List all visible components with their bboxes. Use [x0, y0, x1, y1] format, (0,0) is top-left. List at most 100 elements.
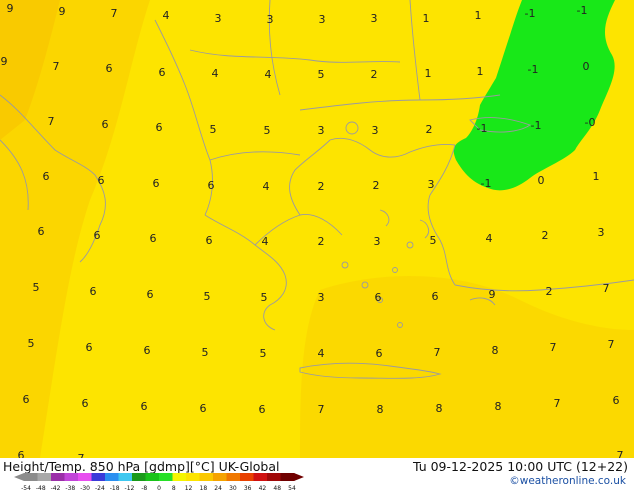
- temperature-label: 7: [53, 60, 60, 73]
- temperature-label: 2: [426, 123, 433, 136]
- temperature-label: 2: [542, 229, 549, 242]
- scale-swatch: [240, 473, 254, 481]
- scale-tick-label: -8: [141, 485, 147, 491]
- temperature-label: 6: [38, 225, 45, 238]
- temperature-label: 6: [200, 402, 207, 415]
- temperature-label: 6: [259, 403, 266, 416]
- weather-map: 9 9 7 4 3 3 3 3 1 1 -1 -1 9 7 6 6 4 4 5 2 1 1 -1 0 7 6 6 5 5 3 3 2 -1 -1 -…: [0, 0, 634, 458]
- scale-tick-label: 48: [273, 485, 281, 491]
- temperature-label: 3: [318, 124, 325, 137]
- temperature-label: 0: [538, 174, 545, 187]
- temperature-label: 6: [376, 347, 383, 360]
- temperature-label: 6: [208, 179, 215, 192]
- temperature-label: 8: [436, 402, 443, 415]
- scale-swatch: [64, 473, 79, 481]
- temperature-label: 4: [263, 180, 270, 193]
- temperature-label: 8: [377, 403, 384, 416]
- temperature-label: 3: [372, 124, 379, 137]
- temperature-label: 1: [425, 67, 432, 80]
- temperature-label: 9: [7, 2, 14, 15]
- temperature-label: 3: [319, 13, 326, 26]
- temperature-label: 6: [150, 232, 157, 245]
- scale-swatch: [145, 473, 160, 481]
- scale-tick-label: 0: [157, 485, 161, 491]
- temperature-label: 5: [261, 291, 268, 304]
- temperature-label: 4: [318, 347, 325, 360]
- scale-tick-label: 18: [200, 485, 208, 491]
- temperature-label: 7: [48, 115, 55, 128]
- temperature-label: 7: [617, 449, 624, 458]
- temperature-label: 7: [434, 346, 441, 359]
- temperature-label: 7: [554, 397, 561, 410]
- temperature-label: 1: [477, 65, 484, 78]
- temperature-label: 7: [608, 338, 615, 351]
- temperature-label: 6: [432, 290, 439, 303]
- temperature-label: 3: [371, 12, 378, 25]
- temperature-label: 9: [489, 288, 496, 301]
- temperature-label: 3: [374, 235, 381, 248]
- scale-swatch: [78, 473, 92, 481]
- temperature-label: 6: [18, 449, 25, 458]
- temperature-label: 8: [495, 400, 502, 413]
- scale-swatch: [118, 473, 133, 481]
- scale-swatch: [186, 473, 200, 481]
- scale-swatch: [37, 473, 52, 481]
- scale-swatch: [159, 473, 173, 481]
- temperature-label: 5: [33, 281, 40, 294]
- scale-swatch: [213, 473, 227, 481]
- temperature-label: 6: [375, 291, 382, 304]
- temperature-label: 0: [583, 60, 590, 73]
- temperature-label: 2: [546, 285, 553, 298]
- scale-tick-label: -54: [21, 485, 31, 491]
- scale-tick-label: -12: [125, 485, 135, 491]
- temperature-label: 6: [144, 344, 151, 357]
- temperature-label: -1: [481, 177, 492, 190]
- scale-tick-label: -42: [51, 485, 61, 491]
- temperature-label: 4: [486, 232, 493, 245]
- valid-time: Tu 09-12-2025 10:00 UTC (12+22): [412, 459, 628, 474]
- temperature-label: 2: [371, 68, 378, 81]
- temperature-label: 6: [98, 174, 105, 187]
- temperature-label: 6: [86, 341, 93, 354]
- scale-swatch: [132, 473, 146, 481]
- scale-arrow: [14, 473, 24, 481]
- temperature-label: 4: [212, 67, 219, 80]
- temperature-label: -1: [477, 122, 488, 135]
- temperature-label: 6: [613, 394, 620, 407]
- scale-swatch: [199, 473, 214, 481]
- scale-tick-label: -24: [95, 485, 105, 491]
- temperature-label: 3: [215, 12, 222, 25]
- scale-swatch: [24, 473, 38, 481]
- temperature-label: 9: [59, 5, 66, 18]
- color-scale-bar: [14, 473, 304, 481]
- scale-swatch: [105, 473, 119, 481]
- temperature-label: 5: [430, 234, 437, 247]
- temperature-label: 8: [492, 344, 499, 357]
- temperature-label: 6: [141, 400, 148, 413]
- temperature-label: 4: [163, 9, 170, 22]
- scale-arrow: [294, 473, 304, 481]
- scale-tick-label: -38: [65, 485, 75, 491]
- scale-swatch: [226, 473, 241, 481]
- temperature-label: 5: [260, 347, 267, 360]
- scale-tick-label: 12: [185, 485, 193, 491]
- temperature-label: 7: [318, 403, 325, 416]
- temperature-label: 6: [106, 62, 113, 75]
- temperature-label: 2: [318, 180, 325, 193]
- temperature-label: 7: [550, 341, 557, 354]
- scale-tick-label: 24: [214, 485, 222, 491]
- temperature-label: 1: [593, 170, 600, 183]
- scale-tick-label: 54: [288, 485, 296, 491]
- temperature-label: 6: [159, 66, 166, 79]
- temperature-label: -0: [585, 116, 596, 129]
- map-footer: Height/Temp. 850 hPa [gdmp][°C] UK-Globa…: [0, 458, 634, 491]
- temperature-label: -1: [528, 63, 539, 76]
- scale-tick-label: 8: [172, 485, 176, 491]
- temperature-label: 4: [262, 235, 269, 248]
- credit-link[interactable]: ©weatheronline.co.uk: [509, 475, 626, 487]
- temperature-label: 6: [206, 234, 213, 247]
- temperature-label: 5: [318, 68, 325, 81]
- scale-swatch: [253, 473, 268, 481]
- temperature-label: 6: [94, 229, 101, 242]
- scale-swatch: [280, 473, 295, 481]
